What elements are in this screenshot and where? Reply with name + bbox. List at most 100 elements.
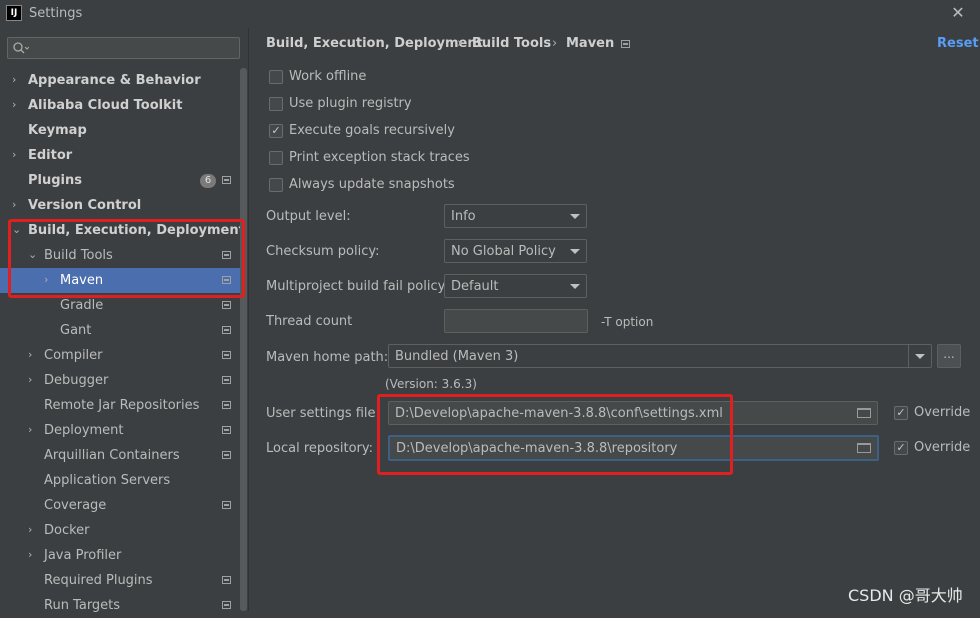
chevron-right-icon[interactable]: › — [28, 348, 38, 362]
local-repository-label: Local repository: — [266, 441, 373, 456]
sidebar-item-label: Build Tools — [44, 248, 113, 263]
search-input[interactable] — [7, 37, 240, 59]
sidebar-item[interactable]: Gant — [0, 318, 240, 343]
chevron-down-icon — [570, 249, 580, 254]
sidebar-item[interactable]: Gradle — [0, 293, 240, 318]
reset-link[interactable]: Reset — [937, 36, 979, 51]
sidebar-item[interactable]: Application Servers — [0, 468, 240, 493]
sidebar-item[interactable]: Keymap — [0, 118, 240, 143]
sidebar-item[interactable]: › Alibaba Cloud Toolkit — [0, 93, 240, 118]
chevron-right-icon[interactable]: › — [28, 548, 38, 562]
output-level-label: Output level: — [266, 209, 351, 224]
project-scope-icon — [222, 426, 231, 434]
chevron-right-icon[interactable]: › — [12, 73, 22, 87]
sidebar-item-label: Version Control — [28, 198, 142, 213]
maven-home-label: Maven home path: — [266, 350, 389, 365]
checkbox[interactable] — [269, 97, 283, 111]
update-count-badge: 6 — [200, 174, 216, 188]
local-repository-value: D:\Develop\apache-maven-3.8.8\repository — [396, 441, 678, 456]
chevron-right-icon[interactable]: › — [28, 373, 38, 387]
output-level-value: Info — [451, 209, 476, 224]
checkbox[interactable] — [269, 151, 283, 165]
sidebar-item[interactable]: Plugins 6 — [0, 168, 240, 193]
sidebar-item[interactable]: Required Plugins — [0, 568, 240, 593]
chevron-right-icon[interactable]: › — [12, 148, 22, 162]
sidebar-item[interactable]: ⌄ Build Tools — [0, 243, 240, 268]
project-scope-icon — [222, 251, 231, 259]
sidebar-item-label: Arquillian Containers — [44, 448, 180, 463]
thread-count-input[interactable] — [444, 309, 588, 333]
maven-home-value: Bundled (Maven 3) — [395, 349, 519, 364]
sidebar-item-label: Maven — [60, 273, 104, 288]
search-icon — [13, 42, 29, 54]
sidebar-item[interactable]: › Maven — [0, 268, 240, 293]
chevron-down-icon[interactable]: ⌄ — [28, 248, 38, 262]
chevron-right-icon[interactable]: › — [12, 198, 22, 212]
settings-sidebar: › Appearance & Behavior › Alibaba Cloud Too… — [0, 28, 248, 613]
sidebar-item[interactable]: › Docker — [0, 518, 240, 543]
checkbox-label: Always update snapshots — [289, 177, 455, 192]
checkbox[interactable] — [269, 70, 283, 84]
sidebar-item[interactable]: › Compiler — [0, 343, 240, 368]
sidebar-item[interactable]: › Java Profiler — [0, 543, 240, 568]
sidebar-item-label: Required Plugins — [44, 573, 153, 588]
override-label: Override — [914, 440, 971, 455]
maven-home-browse-button[interactable]: ... — [937, 344, 961, 368]
checkbox-label: Execute goals recursively — [289, 123, 455, 138]
sidebar-item[interactable]: › Deployment — [0, 418, 240, 443]
multiproject-fail-value: Default — [451, 279, 499, 294]
user-settings-value: D:\Develop\apache-maven-3.8.8\conf\setti… — [395, 406, 723, 421]
folder-icon[interactable] — [857, 443, 871, 453]
intellij-icon: IJ — [6, 5, 22, 21]
sidebar-item[interactable]: Remote Jar Repositories — [0, 393, 240, 418]
override-checkbox[interactable]: ✓ — [894, 441, 908, 455]
folder-icon[interactable] — [857, 408, 871, 418]
sidebar-item[interactable]: › Version Control — [0, 193, 240, 218]
sidebar-item[interactable]: Run Targets — [0, 593, 240, 618]
chevron-right-icon[interactable]: › — [12, 98, 22, 112]
sidebar-item-label: Java Profiler — [44, 548, 122, 563]
project-scope-icon — [222, 576, 231, 584]
checksum-policy-value: No Global Policy — [451, 244, 556, 259]
maven-settings-panel: Build, Execution, Deployment › Build Too… — [249, 28, 980, 611]
close-icon[interactable]: ✕ — [948, 3, 968, 23]
project-scope-icon — [222, 176, 231, 184]
user-settings-input[interactable]: D:\Develop\apache-maven-3.8.8\conf\setti… — [388, 401, 878, 425]
checkbox[interactable]: ✓ — [269, 124, 283, 138]
project-scope-icon — [621, 40, 630, 48]
breadcrumb-build-execution: Build, Execution, Deployment — [266, 36, 483, 51]
chevron-right-icon[interactable]: › — [44, 273, 54, 287]
breadcrumb-maven: Maven — [566, 36, 615, 51]
checkbox[interactable] — [269, 178, 283, 192]
sidebar-scrollbar[interactable] — [240, 68, 247, 611]
combo-separator — [908, 345, 909, 367]
project-scope-icon — [222, 501, 231, 509]
sidebar-item-label: Compiler — [44, 348, 103, 363]
project-scope-icon — [222, 326, 231, 334]
chevron-down-icon — [570, 214, 580, 219]
sidebar-item[interactable]: › Appearance & Behavior — [0, 68, 240, 93]
watermark: CSDN @哥大帅 — [848, 586, 963, 605]
breadcrumb-separator: › — [552, 36, 558, 51]
checksum-policy-select[interactable]: No Global Policy — [444, 239, 587, 263]
sidebar-item-label: Remote Jar Repositories — [44, 398, 200, 413]
local-repository-input[interactable]: D:\Develop\apache-maven-3.8.8\repository — [388, 435, 879, 461]
sidebar-item[interactable]: › Debugger — [0, 368, 240, 393]
maven-version-label: (Version: 3.6.3) — [385, 377, 477, 391]
project-scope-icon — [222, 301, 231, 309]
chevron-right-icon[interactable]: › — [28, 423, 38, 437]
breadcrumb-separator: › — [457, 36, 463, 51]
output-level-select[interactable]: Info — [444, 204, 587, 228]
sidebar-item[interactable]: Arquillian Containers — [0, 443, 240, 468]
sidebar-item[interactable]: Coverage — [0, 493, 240, 518]
sidebar-item[interactable]: ⌄ Build, Execution, Deployment — [0, 218, 245, 243]
chevron-right-icon[interactable]: › — [28, 523, 38, 537]
chevron-down-icon[interactable]: ⌄ — [12, 223, 22, 237]
sidebar-item-label: Gant — [60, 323, 92, 338]
chevron-down-icon — [570, 284, 580, 289]
maven-home-combo[interactable]: Bundled (Maven 3) — [388, 344, 932, 368]
sidebar-item[interactable]: › Editor — [0, 143, 240, 168]
override-checkbox[interactable]: ✓ — [894, 406, 908, 420]
multiproject-fail-select[interactable]: Default — [444, 274, 587, 298]
title-bar: IJ Settings ✕ — [0, 0, 980, 28]
